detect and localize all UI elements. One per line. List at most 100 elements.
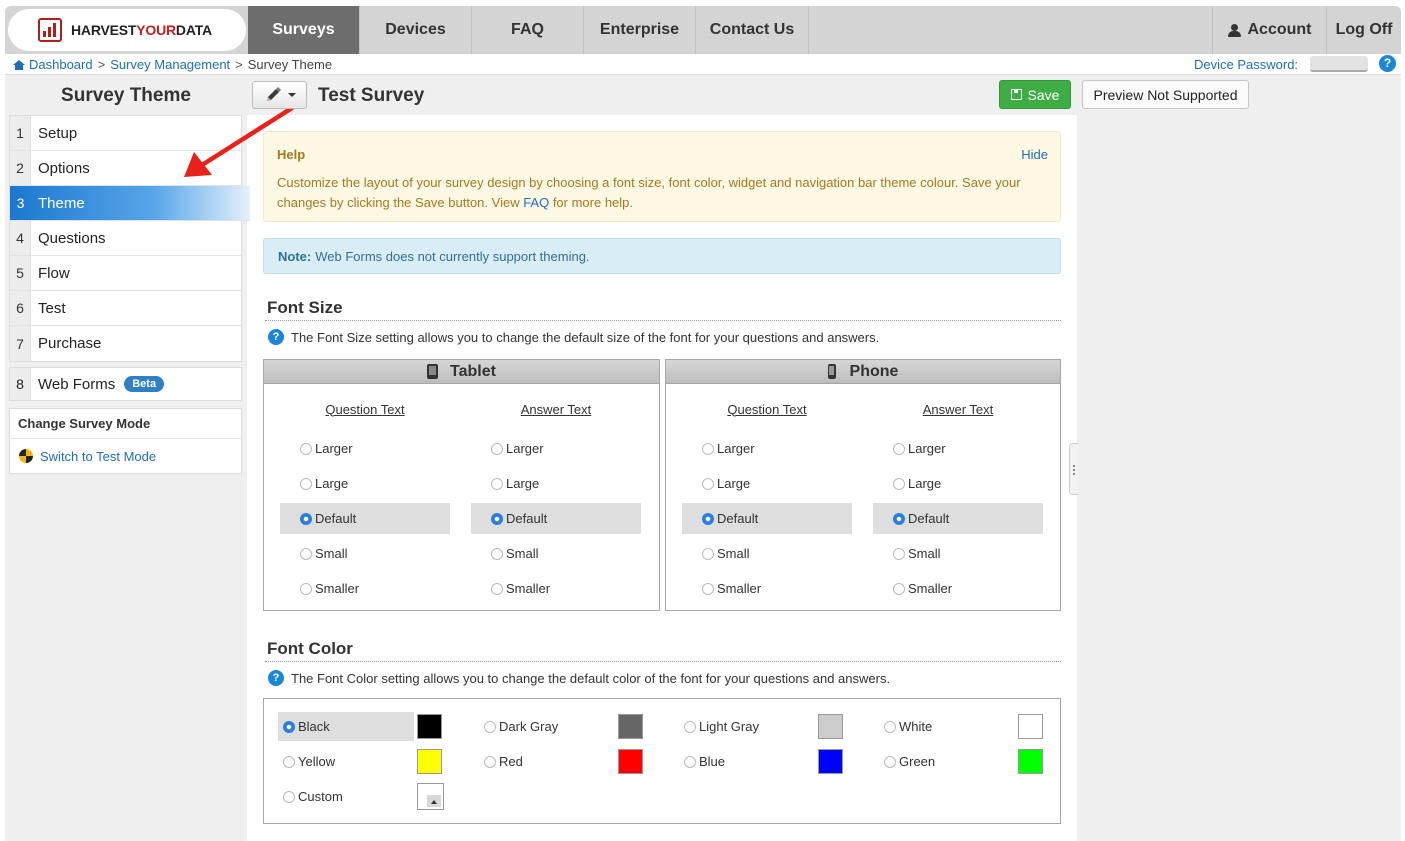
breadcrumb-survey-management[interactable]: Survey Management <box>110 57 230 72</box>
font-size-option-smaller[interactable]: Smaller <box>280 573 450 604</box>
font-size-option-smaller[interactable]: Smaller <box>873 573 1043 604</box>
radio-button[interactable] <box>300 547 312 560</box>
font-size-option-default[interactable]: Default <box>280 503 450 534</box>
preview-button[interactable]: Preview Not Supported <box>1082 80 1249 109</box>
switch-to-test-mode-link[interactable]: Switch to Test Mode <box>10 439 241 473</box>
font-size-option-default[interactable]: Default <box>682 503 852 534</box>
radio-button[interactable] <box>702 547 714 560</box>
font-size-option-smaller[interactable]: Smaller <box>682 573 852 604</box>
step-purchase[interactable]: 7 Purchase <box>10 326 241 361</box>
radio-button[interactable] <box>884 755 896 768</box>
font-size-option-default[interactable]: Default <box>471 503 641 534</box>
font-size-option-large[interactable]: Large <box>280 468 450 499</box>
font-color-option-blue[interactable]: Blue <box>679 747 799 776</box>
radio-button[interactable] <box>484 720 496 733</box>
radio-button[interactable] <box>491 477 503 490</box>
color-swatch-green[interactable] <box>1018 749 1043 774</box>
brand-name: HARVESTYOURDATA <box>71 22 212 38</box>
radio-button[interactable] <box>893 477 905 490</box>
breadcrumb-dashboard[interactable]: Dashboard <box>29 57 93 72</box>
radio-button[interactable] <box>491 512 503 525</box>
font-size-option-larger[interactable]: Larger <box>280 433 450 464</box>
nav-tab-devices[interactable]: Devices <box>360 6 472 54</box>
font-size-option-smaller[interactable]: Smaller <box>471 573 641 604</box>
font-color-option-black[interactable]: Black <box>278 712 414 741</box>
nav-tab-surveys[interactable]: Surveys <box>248 6 360 54</box>
panel-resize-handle[interactable] <box>1069 443 1078 495</box>
radio-button[interactable] <box>893 582 905 595</box>
font-size-option-larger[interactable]: Larger <box>471 433 641 464</box>
radio-button[interactable] <box>300 477 312 490</box>
font-size-option-larger[interactable]: Larger <box>873 433 1043 464</box>
radio-button[interactable] <box>491 442 503 455</box>
radio-button[interactable] <box>702 442 714 455</box>
radio-button[interactable] <box>893 547 905 560</box>
radio-button[interactable] <box>884 720 896 733</box>
step-web-forms[interactable]: 8 Web Forms Beta <box>9 367 242 401</box>
font-size-option-small[interactable]: Small <box>471 538 641 569</box>
color-swatch-black[interactable] <box>417 714 442 739</box>
font-size-option-small[interactable]: Small <box>682 538 852 569</box>
radio-button[interactable] <box>300 512 312 525</box>
faq-link[interactable]: FAQ <box>523 195 549 210</box>
radio-button[interactable] <box>702 512 714 525</box>
edit-dropdown-button[interactable] <box>252 81 307 109</box>
step-flow[interactable]: 5 Flow <box>10 256 241 291</box>
radio-button[interactable] <box>300 442 312 455</box>
color-swatch-white[interactable] <box>1018 714 1043 739</box>
font-size-option-larger[interactable]: Larger <box>682 433 852 464</box>
radio-button[interactable] <box>684 755 696 768</box>
font-size-option-large[interactable]: Large <box>873 468 1043 499</box>
step-label: Web Forms <box>38 375 116 393</box>
radio-button[interactable] <box>484 755 496 768</box>
color-swatch-dark-gray[interactable] <box>618 714 643 739</box>
font-size-option-large[interactable]: Large <box>682 468 852 499</box>
font-color-option-yellow[interactable]: Yellow <box>278 747 398 776</box>
radio-button[interactable] <box>893 442 905 455</box>
answer-text-header: Answer Text <box>520 401 592 417</box>
color-swatch-blue[interactable] <box>818 749 843 774</box>
radio-button[interactable] <box>702 582 714 595</box>
hide-help-link[interactable]: Hide <box>1021 147 1048 162</box>
step-questions[interactable]: 4 Questions <box>10 221 241 256</box>
nav-tab-enterprise[interactable]: Enterprise <box>584 6 696 54</box>
font-color-option-green[interactable]: Green <box>879 747 999 776</box>
brand-logo[interactable]: HARVESTYOURDATA <box>8 9 246 51</box>
color-swatch-yellow[interactable] <box>417 749 442 774</box>
device-password-field[interactable] <box>1310 56 1368 72</box>
save-button[interactable]: Save <box>999 80 1071 109</box>
font-color-option-dark-gray[interactable]: Dark Gray <box>479 712 599 741</box>
account-menu[interactable]: Account <box>1212 6 1326 54</box>
radio-button[interactable] <box>893 512 905 525</box>
nav-tab-contact-us[interactable]: Contact Us <box>696 6 809 54</box>
radio-button[interactable] <box>283 790 295 803</box>
note-box: Note: Web Forms does not currently suppor… <box>263 238 1061 274</box>
font-size-option-large[interactable]: Large <box>471 468 641 499</box>
font-color-option-red[interactable]: Red <box>479 747 599 776</box>
font-color-option-custom[interactable]: Custom <box>278 782 398 811</box>
color-swatch-red[interactable] <box>618 749 643 774</box>
font-color-option-white[interactable]: White <box>879 712 999 741</box>
logoff-button[interactable]: Log Off <box>1326 6 1401 54</box>
home-icon[interactable] <box>13 59 25 70</box>
step-theme[interactable]: 3 Theme <box>10 186 250 221</box>
tablet-question-column: Question Text Larger Large Default Small Smal… <box>280 385 450 608</box>
color-swatch-light-gray[interactable] <box>818 714 843 739</box>
device-password-label: Device Password: <box>1194 57 1299 72</box>
radio-button[interactable] <box>283 720 295 733</box>
radio-button[interactable] <box>491 582 503 595</box>
font-size-option-default[interactable]: Default <box>873 503 1043 534</box>
radio-button[interactable] <box>491 547 503 560</box>
radio-button[interactable] <box>702 477 714 490</box>
radio-button[interactable] <box>283 755 295 768</box>
step-test[interactable]: 6 Test <box>10 291 241 326</box>
custom-color-picker[interactable] <box>417 783 444 810</box>
help-icon[interactable]: ? <box>1379 55 1396 72</box>
step-number: 5 <box>10 256 31 290</box>
font-size-option-small[interactable]: Small <box>280 538 450 569</box>
font-color-option-light-gray[interactable]: Light Gray <box>679 712 799 741</box>
radio-button[interactable] <box>300 582 312 595</box>
nav-tab-faq[interactable]: FAQ <box>472 6 584 54</box>
font-size-option-small[interactable]: Small <box>873 538 1043 569</box>
radio-button[interactable] <box>684 720 696 733</box>
